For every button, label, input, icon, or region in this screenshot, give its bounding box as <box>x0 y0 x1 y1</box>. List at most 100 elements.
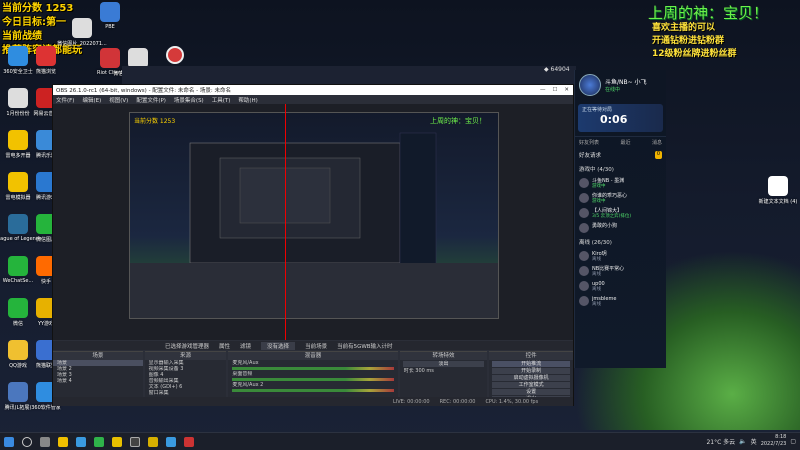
weather-status[interactable]: 21°C 多云 <box>706 437 735 446</box>
close-icon[interactable]: ✕ <box>564 87 569 93</box>
control-button[interactable]: 开始推流 <box>492 361 571 367</box>
user-header[interactable]: 斗鱼/NB~ 小飞 在线中 <box>575 70 666 100</box>
user-status[interactable]: 在线中 <box>605 86 647 93</box>
avatar <box>579 296 589 306</box>
friend-info: 斗鱼NB - 墨渊 游戏中 <box>592 178 624 189</box>
social-tab[interactable]: 好友列表 <box>579 139 599 146</box>
desktop-icon-textfile[interactable]: 新建文本文档 (4) <box>759 176 797 205</box>
transition-select[interactable]: 淡出 <box>402 361 485 367</box>
online-group-label: 游戏中 (4/30) <box>579 167 614 173</box>
friend-item[interactable]: 【人间锦大】 3/5 云顶之弈(排位) <box>575 206 666 221</box>
desktop-icon-label: 雷电多开器 <box>5 153 31 159</box>
minimize-icon[interactable]: — <box>540 87 546 93</box>
task-view-icon[interactable] <box>40 436 50 447</box>
douyu-icon[interactable] <box>112 436 122 447</box>
obs-titlebar[interactable]: OBS 26.1.0-rc1 (64-bit, windows) - 配置文件:… <box>53 85 573 95</box>
friend-item[interactable]: jmsbleme 离线 <box>575 294 666 309</box>
obs-icon[interactable] <box>130 436 140 447</box>
lol-social-panel: 斗鱼/NB~ 小飞 在线中 正在等待对局 0:06 好友列表 最近 消息 好友请求 … <box>574 70 666 368</box>
start-icon[interactable] <box>4 436 14 447</box>
desktop-icon[interactable]: PBE <box>92 2 128 30</box>
edge-icon[interactable] <box>76 436 86 447</box>
social-tab[interactable]: 最近 <box>620 139 630 146</box>
volume-icon[interactable]: 🔈 <box>739 438 746 445</box>
friend-requests[interactable]: 好友请求 0 <box>575 148 666 162</box>
svg-text:当前分数 1253: 当前分数 1253 <box>134 117 175 125</box>
desktop-icon-label: 微信图片_2022071... <box>57 41 107 47</box>
avatar <box>579 266 589 276</box>
wechat-icon[interactable] <box>94 436 104 447</box>
queue-label: 正在等待对局 <box>582 107 613 113</box>
desktop-icon-label: 快手 <box>40 279 51 285</box>
friend-info: 你谁的乖巧恶心 游戏中 <box>592 193 627 204</box>
source-toolbar-tab[interactable]: 属性 <box>219 342 230 350</box>
window-controls: — ☐ ✕ <box>540 87 573 93</box>
friend-status: 游戏中 <box>592 199 606 204</box>
clock[interactable]: 8:18 2022/7/23 <box>761 434 787 448</box>
avatar <box>579 223 589 233</box>
source-toolbar-tab[interactable]: 滤镜 <box>240 342 251 350</box>
scene-item[interactable]: 场景 4 <box>53 378 143 384</box>
menu-item[interactable]: 文件(F) <box>56 96 74 104</box>
volume-meter[interactable] <box>232 389 394 392</box>
mixer-channel-label: 麦克风/Aux 2 <box>232 382 264 388</box>
menu-item[interactable]: 配置文件(P) <box>136 96 166 104</box>
menu-item[interactable]: 视图(V) <box>109 96 128 104</box>
source-toolbar-tab[interactable]: 当前有5GWB输入计时 <box>337 342 392 350</box>
friend-item[interactable]: up00 离线 <box>575 279 666 294</box>
maximize-icon[interactable]: ☐ <box>552 87 557 93</box>
obs-window[interactable]: OBS 26.1.0-rc1 (64-bit, windows) - 配置文件:… <box>52 84 574 406</box>
control-button[interactable]: 开始录制 <box>492 368 571 374</box>
friend-item[interactable]: 勇敢的小狗 <box>575 221 666 235</box>
volume-meter[interactable] <box>232 378 394 381</box>
friend-info: 【人间锦大】 3/5 云顶之弈(排位) <box>592 208 631 219</box>
svg-text:上周的神：宝贝！: 上周的神：宝贝！ <box>430 116 486 125</box>
riot-icon[interactable] <box>184 436 194 447</box>
desktop-icon-label: 微信 <box>12 321 23 327</box>
app-icon <box>8 256 28 276</box>
friend-info: 勇敢的小狗 <box>592 223 617 229</box>
menu-item[interactable]: 帮助(H) <box>238 96 257 104</box>
avatar <box>579 251 589 261</box>
friend-info: jmsbleme 离线 <box>592 296 616 307</box>
source-toolbar-tab[interactable]: 没有选择 <box>261 341 296 350</box>
friend-item[interactable]: Kiro玥 离线 <box>575 249 666 264</box>
input-language[interactable]: 英 <box>751 437 757 446</box>
duration-input[interactable]: 300 ms <box>415 368 434 374</box>
app-icon <box>100 48 120 68</box>
control-button[interactable]: 工作室模式 <box>492 382 571 388</box>
friend-item[interactable]: 斗鱼NB - 墨渊 游戏中 <box>575 176 666 191</box>
sources-dock-title: 来源 <box>144 352 227 360</box>
control-button[interactable]: 启动虚拟摄像机 <box>492 375 571 381</box>
app-icon <box>8 130 28 150</box>
source-item[interactable]: 窗口采集 <box>145 390 227 396</box>
record-button-icon[interactable] <box>166 46 184 64</box>
qq-icon[interactable] <box>166 436 176 447</box>
menu-item[interactable]: 场景集合(S) <box>174 96 204 104</box>
menu-item[interactable]: 工具(T) <box>212 96 231 104</box>
obs-source-toolbar: 已选择游戏管理器 属性 滤镜 没有选择 当前场景 当前有5GWB输入计时 <box>53 341 573 350</box>
control-button[interactable]: 设置 <box>492 389 571 395</box>
friend-item[interactable]: 你谁的乖巧恶心 游戏中 <box>575 191 666 206</box>
friend-item[interactable]: NB比赛平常心 离线 <box>575 264 666 279</box>
offline-group[interactable]: 离线 (26/30) <box>575 235 666 249</box>
league-icon[interactable] <box>148 436 158 447</box>
app-icon <box>72 18 92 38</box>
online-group[interactable]: 游戏中 (4/30) <box>575 162 666 176</box>
obs-preview[interactable]: 当前分数 1253 上周的神：宝贝！ <box>53 104 573 340</box>
avatar[interactable] <box>579 74 601 96</box>
status-cpu: CPU: 1.4%, 30.00 fps <box>485 398 539 405</box>
status-rec: REC: 00:00:00 <box>439 398 476 405</box>
social-tab[interactable]: 消息 <box>652 139 662 146</box>
source-toolbar-tab[interactable]: 当前场景 <box>305 342 327 350</box>
app-icon <box>8 214 28 234</box>
file-explorer-icon[interactable] <box>58 436 68 447</box>
notification-icon[interactable]: ▢ <box>790 438 796 445</box>
search-icon[interactable] <box>22 436 32 447</box>
menu-item[interactable]: 编辑(E) <box>82 96 101 104</box>
desktop-icon[interactable]: 熊猫浏览 <box>28 46 64 75</box>
overlay-line1: 喜欢主播的可以 <box>652 23 716 33</box>
volume-meter[interactable] <box>232 367 394 370</box>
scenes-dock-title: 场景 <box>53 352 143 360</box>
desktop-icon-label: PBE <box>105 24 115 30</box>
